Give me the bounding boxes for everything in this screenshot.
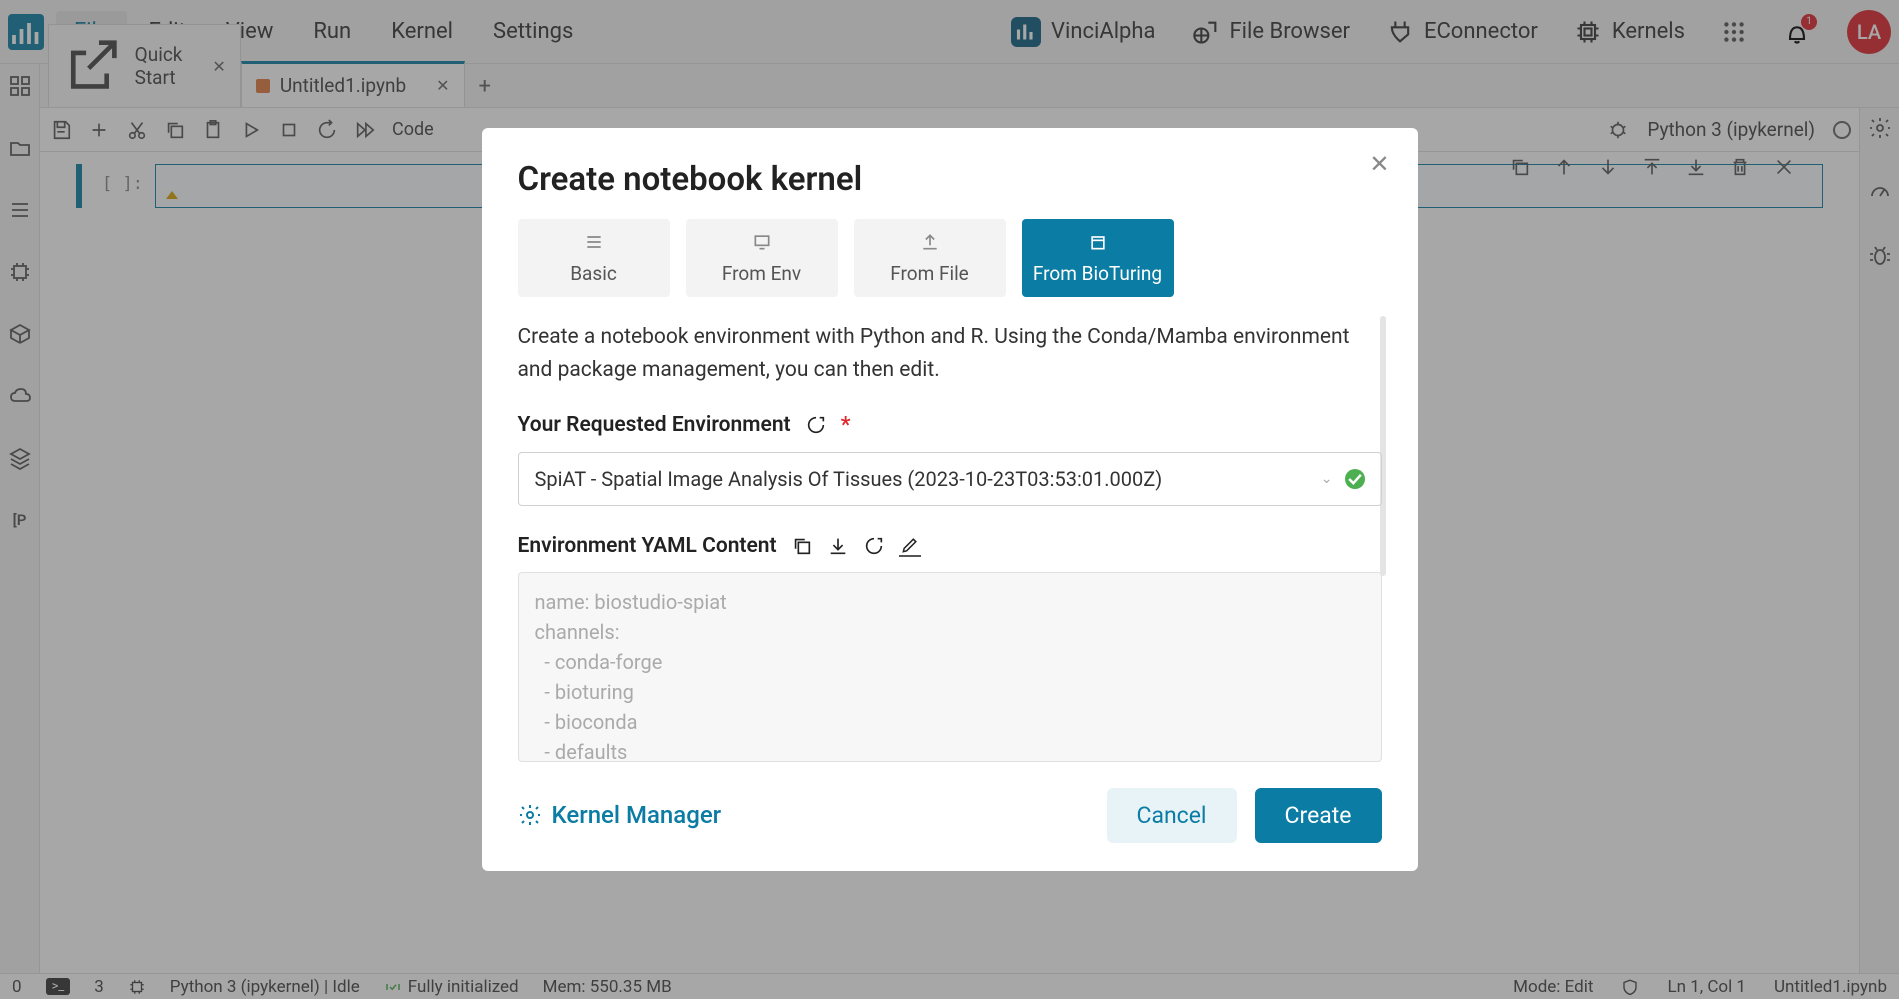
modal-tab-from-env[interactable]: From Env — [686, 219, 838, 297]
kernel-manager-link[interactable]: Kernel Manager — [518, 801, 722, 829]
cancel-button[interactable]: Cancel — [1107, 788, 1237, 843]
modal-footer: Kernel Manager Cancel Create — [518, 788, 1382, 843]
modal-tab-from-file[interactable]: From File — [854, 219, 1006, 297]
modal-overlay[interactable]: Create notebook kernel ✕ Basic From Env … — [0, 0, 1899, 999]
edit-icon[interactable] — [899, 535, 921, 557]
create-kernel-modal: Create notebook kernel ✕ Basic From Env … — [482, 128, 1418, 870]
yaml-section-label: Environment YAML Content — [518, 534, 1382, 558]
chevron-down-icon: ⌄ — [1321, 471, 1333, 487]
list-icon — [581, 232, 607, 252]
download-icon[interactable] — [827, 535, 849, 557]
upload-icon — [917, 232, 943, 252]
environment-select[interactable]: SpiAT - Spatial Image Analysis Of Tissue… — [518, 452, 1382, 506]
refresh-icon[interactable] — [805, 414, 827, 436]
modal-title: Create notebook kernel — [518, 160, 1382, 199]
required-asterisk: * — [841, 413, 851, 438]
modal-tab-label: From File — [890, 262, 969, 285]
modal-description: Create a notebook environment with Pytho… — [518, 321, 1382, 386]
yaml-label-text: Environment YAML Content — [518, 534, 777, 558]
env-section-label: Your Requested Environment * — [518, 413, 1382, 438]
yaml-content-area[interactable]: name: biostudio-spiat channels: - conda-… — [518, 572, 1382, 762]
copy-icon[interactable] — [791, 535, 813, 557]
check-valid-icon — [1345, 469, 1365, 489]
gear-icon — [518, 803, 542, 827]
env-select-value: SpiAT - Spatial Image Analysis Of Tissue… — [535, 467, 1163, 491]
modal-tab-label: From Env — [722, 262, 801, 285]
box-icon — [1085, 232, 1111, 252]
modal-tab-label: From BioTuring — [1033, 262, 1162, 285]
env-label-text: Your Requested Environment — [518, 413, 791, 437]
create-button[interactable]: Create — [1255, 788, 1382, 843]
monitor-icon — [749, 232, 775, 252]
modal-tab-label: Basic — [570, 262, 617, 285]
modal-tabs: Basic From Env From File From BioTuring — [518, 219, 1382, 297]
modal-tab-basic[interactable]: Basic — [518, 219, 670, 297]
refresh-icon[interactable] — [863, 535, 885, 557]
kernel-manager-label: Kernel Manager — [552, 801, 722, 829]
modal-close-button[interactable]: ✕ — [1369, 150, 1389, 178]
modal-tab-from-bioturing[interactable]: From BioTuring — [1022, 219, 1174, 297]
modal-scrollbar[interactable] — [1380, 316, 1386, 576]
